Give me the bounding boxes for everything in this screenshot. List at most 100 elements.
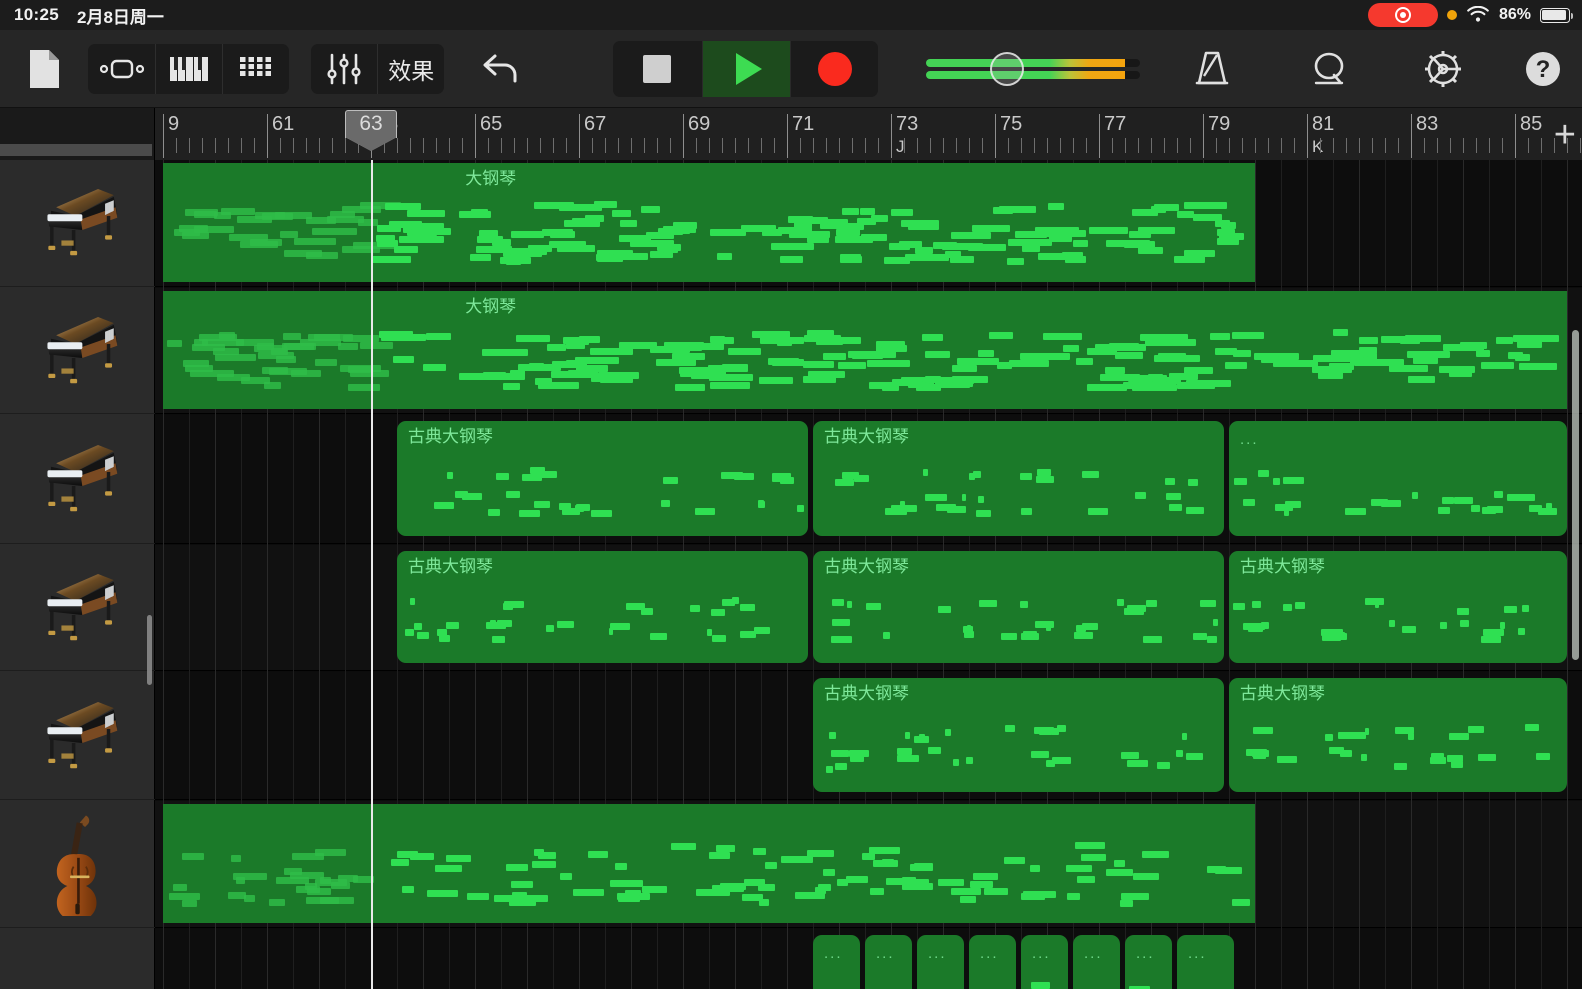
midi-region[interactable]: ... [1073, 935, 1120, 989]
ruler-beat-tick [1112, 138, 1113, 153]
master-volume-knob[interactable] [990, 51, 1025, 86]
midi-region[interactable]: 大钢琴 [454, 163, 1255, 282]
track-list-scroll-nub[interactable] [147, 615, 152, 685]
metronome-button[interactable] [1173, 49, 1250, 89]
midi-note [711, 609, 726, 616]
midi-region[interactable]: ... [865, 935, 912, 989]
record-button[interactable] [790, 40, 879, 97]
midi-note [881, 859, 894, 866]
midi-note [832, 619, 851, 626]
midi-note [236, 877, 246, 884]
midi-note [797, 505, 804, 512]
midi-region[interactable]: ... [1021, 935, 1068, 989]
midi-note [1408, 733, 1415, 740]
midi-region[interactable]: 古典大钢琴 [1229, 551, 1567, 663]
midi-region[interactable]: 古典大钢琴 [813, 421, 1224, 536]
midi-note [1193, 214, 1223, 221]
mixer-button[interactable] [311, 44, 378, 94]
midi-note [866, 603, 882, 610]
midi-region[interactable]: 古典大钢琴 [397, 551, 808, 663]
midi-note [913, 736, 929, 743]
track-header-3[interactable] [0, 415, 155, 544]
midi-region[interactable]: ... [1229, 421, 1567, 536]
vertical-scrollbar[interactable] [1572, 330, 1579, 660]
ruler-beat-tick [423, 138, 424, 153]
grand-piano-icon [46, 316, 117, 383]
midi-note [1131, 375, 1153, 382]
stop-button[interactable] [613, 40, 702, 97]
midi-note [416, 632, 429, 639]
midi-note [971, 225, 1010, 232]
midi-note [969, 881, 993, 888]
ruler-beat-tick [917, 138, 918, 153]
midi-note [560, 873, 573, 880]
midi-note [1138, 247, 1164, 254]
my-songs-button[interactable] [0, 49, 88, 89]
ruler-beat-tick [1580, 138, 1581, 153]
midi-region[interactable]: ... [1125, 935, 1172, 989]
screen-recording-icon[interactable] [1367, 3, 1438, 27]
timeline-ruler[interactable]: 961636567697173J75777981K8385 + [0, 108, 1582, 160]
midi-note [961, 494, 966, 501]
undo-button[interactable] [466, 52, 539, 86]
midi-note [1503, 606, 1517, 613]
track-header-6[interactable] [0, 801, 155, 928]
master-volume-slider[interactable] [925, 51, 1140, 86]
midi-note [166, 340, 182, 347]
instrument-keyboard-button[interactable] [155, 43, 222, 94]
settings-button[interactable] [1405, 48, 1482, 90]
track-header-4[interactable] [0, 545, 155, 671]
midi-note [296, 886, 321, 893]
region-label: ... [928, 945, 947, 962]
midi-region[interactable]: ... [1177, 935, 1235, 989]
midi-note [283, 250, 322, 257]
midi-note [979, 600, 998, 607]
midi-region[interactable]: 古典大钢琴 [397, 421, 808, 536]
play-button[interactable] [701, 40, 791, 97]
track-header-7[interactable] [0, 929, 155, 989]
horizontal-scroll-indicator[interactable] [0, 144, 152, 156]
apple-loops-button[interactable] [1291, 49, 1368, 89]
midi-note [1232, 350, 1251, 357]
apple-loops-icon [1315, 52, 1344, 84]
midi-region[interactable]: ... [969, 935, 1016, 989]
midi-region[interactable]: ... [813, 935, 860, 989]
midi-note [758, 884, 776, 891]
midi-note [550, 231, 576, 238]
midi-region[interactable]: 古典大钢琴 [813, 551, 1224, 663]
ruler-beat-tick [1177, 138, 1178, 153]
midi-region[interactable]: ... [917, 935, 964, 989]
track-view-button[interactable] [88, 44, 155, 94]
midi-note [291, 370, 322, 377]
midi-note [483, 372, 507, 379]
effects-button[interactable]: 效果 [377, 43, 444, 94]
arrange-area[interactable]: 大钢琴 大钢琴 古典大钢琴 古典大钢琴... 古典大钢琴 古典大钢琴 古典大钢琴 古典大钢琴古… [155, 160, 1582, 989]
playhead-marker[interactable]: 63 [345, 110, 397, 151]
playhead-bar-label: 63 [359, 112, 383, 135]
playhead-line[interactable] [371, 160, 373, 989]
midi-note [1358, 337, 1378, 344]
add-track-button[interactable]: + [1554, 116, 1576, 154]
midi-note [1225, 362, 1248, 369]
midi-note [281, 343, 314, 350]
help-button[interactable]: ? [1503, 48, 1582, 90]
ruler-section-marker: K [1312, 137, 1324, 156]
midi-note [492, 239, 512, 246]
ruler-beat-tick [943, 138, 944, 153]
track-header-5[interactable] [0, 672, 155, 800]
track-header-1[interactable] [0, 160, 155, 287]
midi-note [1074, 632, 1094, 639]
midi-region[interactable]: 大钢琴 [454, 291, 1567, 409]
midi-region[interactable] [163, 291, 455, 409]
midi-note [230, 855, 241, 862]
midi-region[interactable] [163, 804, 1255, 923]
sequencer-grid-button[interactable] [222, 43, 289, 94]
midi-region[interactable] [163, 163, 455, 282]
ruler-bar-number: 73 [896, 113, 919, 135]
track-header-2[interactable] [0, 288, 155, 414]
midi-region[interactable]: 古典大钢琴 [1229, 678, 1567, 792]
grand-piano-icon [46, 444, 117, 512]
ruler-beat-tick [1489, 138, 1490, 153]
midi-note [269, 899, 286, 906]
midi-region[interactable]: 古典大钢琴 [813, 678, 1224, 792]
